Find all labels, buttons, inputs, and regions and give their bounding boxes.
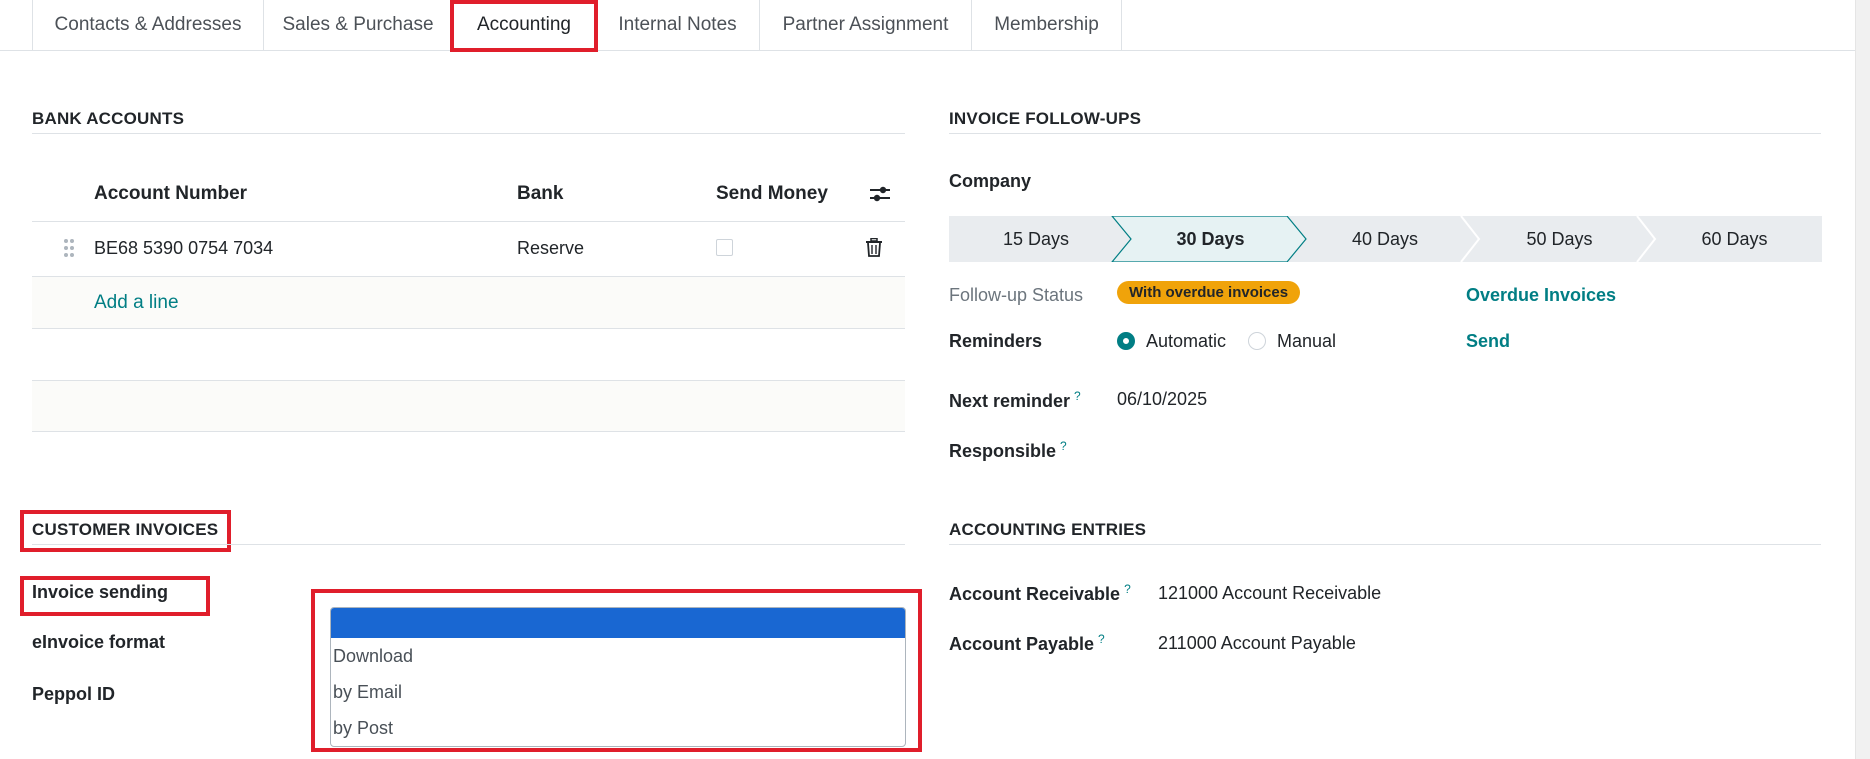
column-send-money[interactable]: Send Money [716,183,828,205]
stage-40-days[interactable]: 40 Days [1298,216,1472,262]
account-number-cell[interactable]: BE68 5390 0754 7034 [94,238,273,259]
next-reminder-value[interactable]: 06/10/2025 [1117,389,1207,410]
section-divider [949,133,1821,134]
scrollbar[interactable] [1855,0,1870,759]
tab-contacts-addresses[interactable]: Contacts & Addresses [32,0,264,50]
reminder-manual-label[interactable]: Manual [1277,331,1336,352]
tab-partner-assignment[interactable]: Partner Assignment [760,0,972,50]
overdue-invoices-link[interactable]: Overdue Invoices [1466,285,1616,306]
column-bank[interactable]: Bank [517,183,563,205]
invoice-sending-dropdown[interactable]: Download by Email by Post [330,607,906,747]
einvoice-format-label: eInvoice format [32,632,166,652]
company-label: Company [949,171,1032,191]
stage-30-days[interactable]: 30 Days [1123,216,1298,262]
tab-membership[interactable]: Membership [972,0,1122,50]
add-line-link[interactable]: Add a line [94,292,179,314]
account-receivable-label: Account Receivable? [949,582,1131,604]
dropdown-option-by-post[interactable]: by Post [331,710,905,746]
customer-invoices-title: CUSTOMER INVOICES [32,520,219,539]
help-icon[interactable]: ? [1060,439,1067,453]
tab-label: Partner Assignment [782,14,949,35]
column-settings-icon[interactable] [869,184,891,209]
stage-60-days[interactable]: 60 Days [1647,216,1822,262]
account-payable-label: Account Payable? [949,632,1105,654]
trash-icon[interactable] [866,237,882,262]
account-receivable-value[interactable]: 121000 Account Receivable [1158,583,1381,604]
stage-50-days[interactable]: 50 Days [1472,216,1647,262]
help-icon[interactable]: ? [1124,582,1131,596]
bank-accounts-title: BANK ACCOUNTS [32,109,185,128]
dropdown-selected-empty-option[interactable] [331,608,905,638]
drag-handle-icon[interactable] [63,238,75,263]
followup-status-label: Follow-up Status [949,285,1084,305]
reminder-automatic-radio[interactable] [1117,332,1135,350]
responsible-label: Responsible? [949,439,1067,461]
reminder-manual-radio[interactable] [1248,332,1266,350]
tab-label: Internal Notes [618,14,737,35]
accounting-entries-title: ACCOUNTING ENTRIES [949,520,1147,539]
tab-sales-purchase[interactable]: Sales & Purchase [264,0,453,50]
reminder-automatic-label[interactable]: Automatic [1146,331,1226,352]
empty-row [32,381,905,431]
tab-label: Contacts & Addresses [54,14,242,35]
row-divider [32,431,905,432]
account-payable-value[interactable]: 211000 Account Payable [1158,633,1356,654]
peppol-id-label: Peppol ID [32,684,116,704]
next-reminder-label: Next reminder? [949,389,1081,411]
tab-label: Accounting [476,14,571,35]
invoice-followups-title: INVOICE FOLLOW-UPS [949,109,1142,128]
row-divider [32,328,905,329]
section-divider [949,544,1821,545]
followup-status-badge: With overdue invoices [1117,281,1301,304]
invoice-sending-label: Invoice sending [32,582,169,602]
stage-15-days[interactable]: 15 Days [949,216,1123,262]
send-money-checkbox[interactable] [716,239,733,256]
tab-internal-notes[interactable]: Internal Notes [596,0,760,50]
tab-accounting[interactable]: Accounting [453,0,596,51]
tab-label: Sales & Purchase [282,14,434,35]
tab-label: Membership [994,14,1099,35]
dropdown-option-download[interactable]: Download [331,638,905,674]
dropdown-option-by-email[interactable]: by Email [331,674,905,710]
tab-bar: Contacts & Addresses Sales & Purchase Ac… [0,0,1855,51]
section-divider [32,133,905,134]
help-icon[interactable]: ? [1074,389,1081,403]
column-account-number[interactable]: Account Number [94,183,247,205]
reminders-label: Reminders [949,331,1043,351]
section-divider [32,544,905,545]
help-icon[interactable]: ? [1098,632,1105,646]
bank-cell[interactable]: Reserve [517,238,584,259]
followup-stage-bar: 15 Days 30 Days 40 Days 50 Days 60 Days [949,216,1822,262]
send-link[interactable]: Send [1466,331,1510,352]
